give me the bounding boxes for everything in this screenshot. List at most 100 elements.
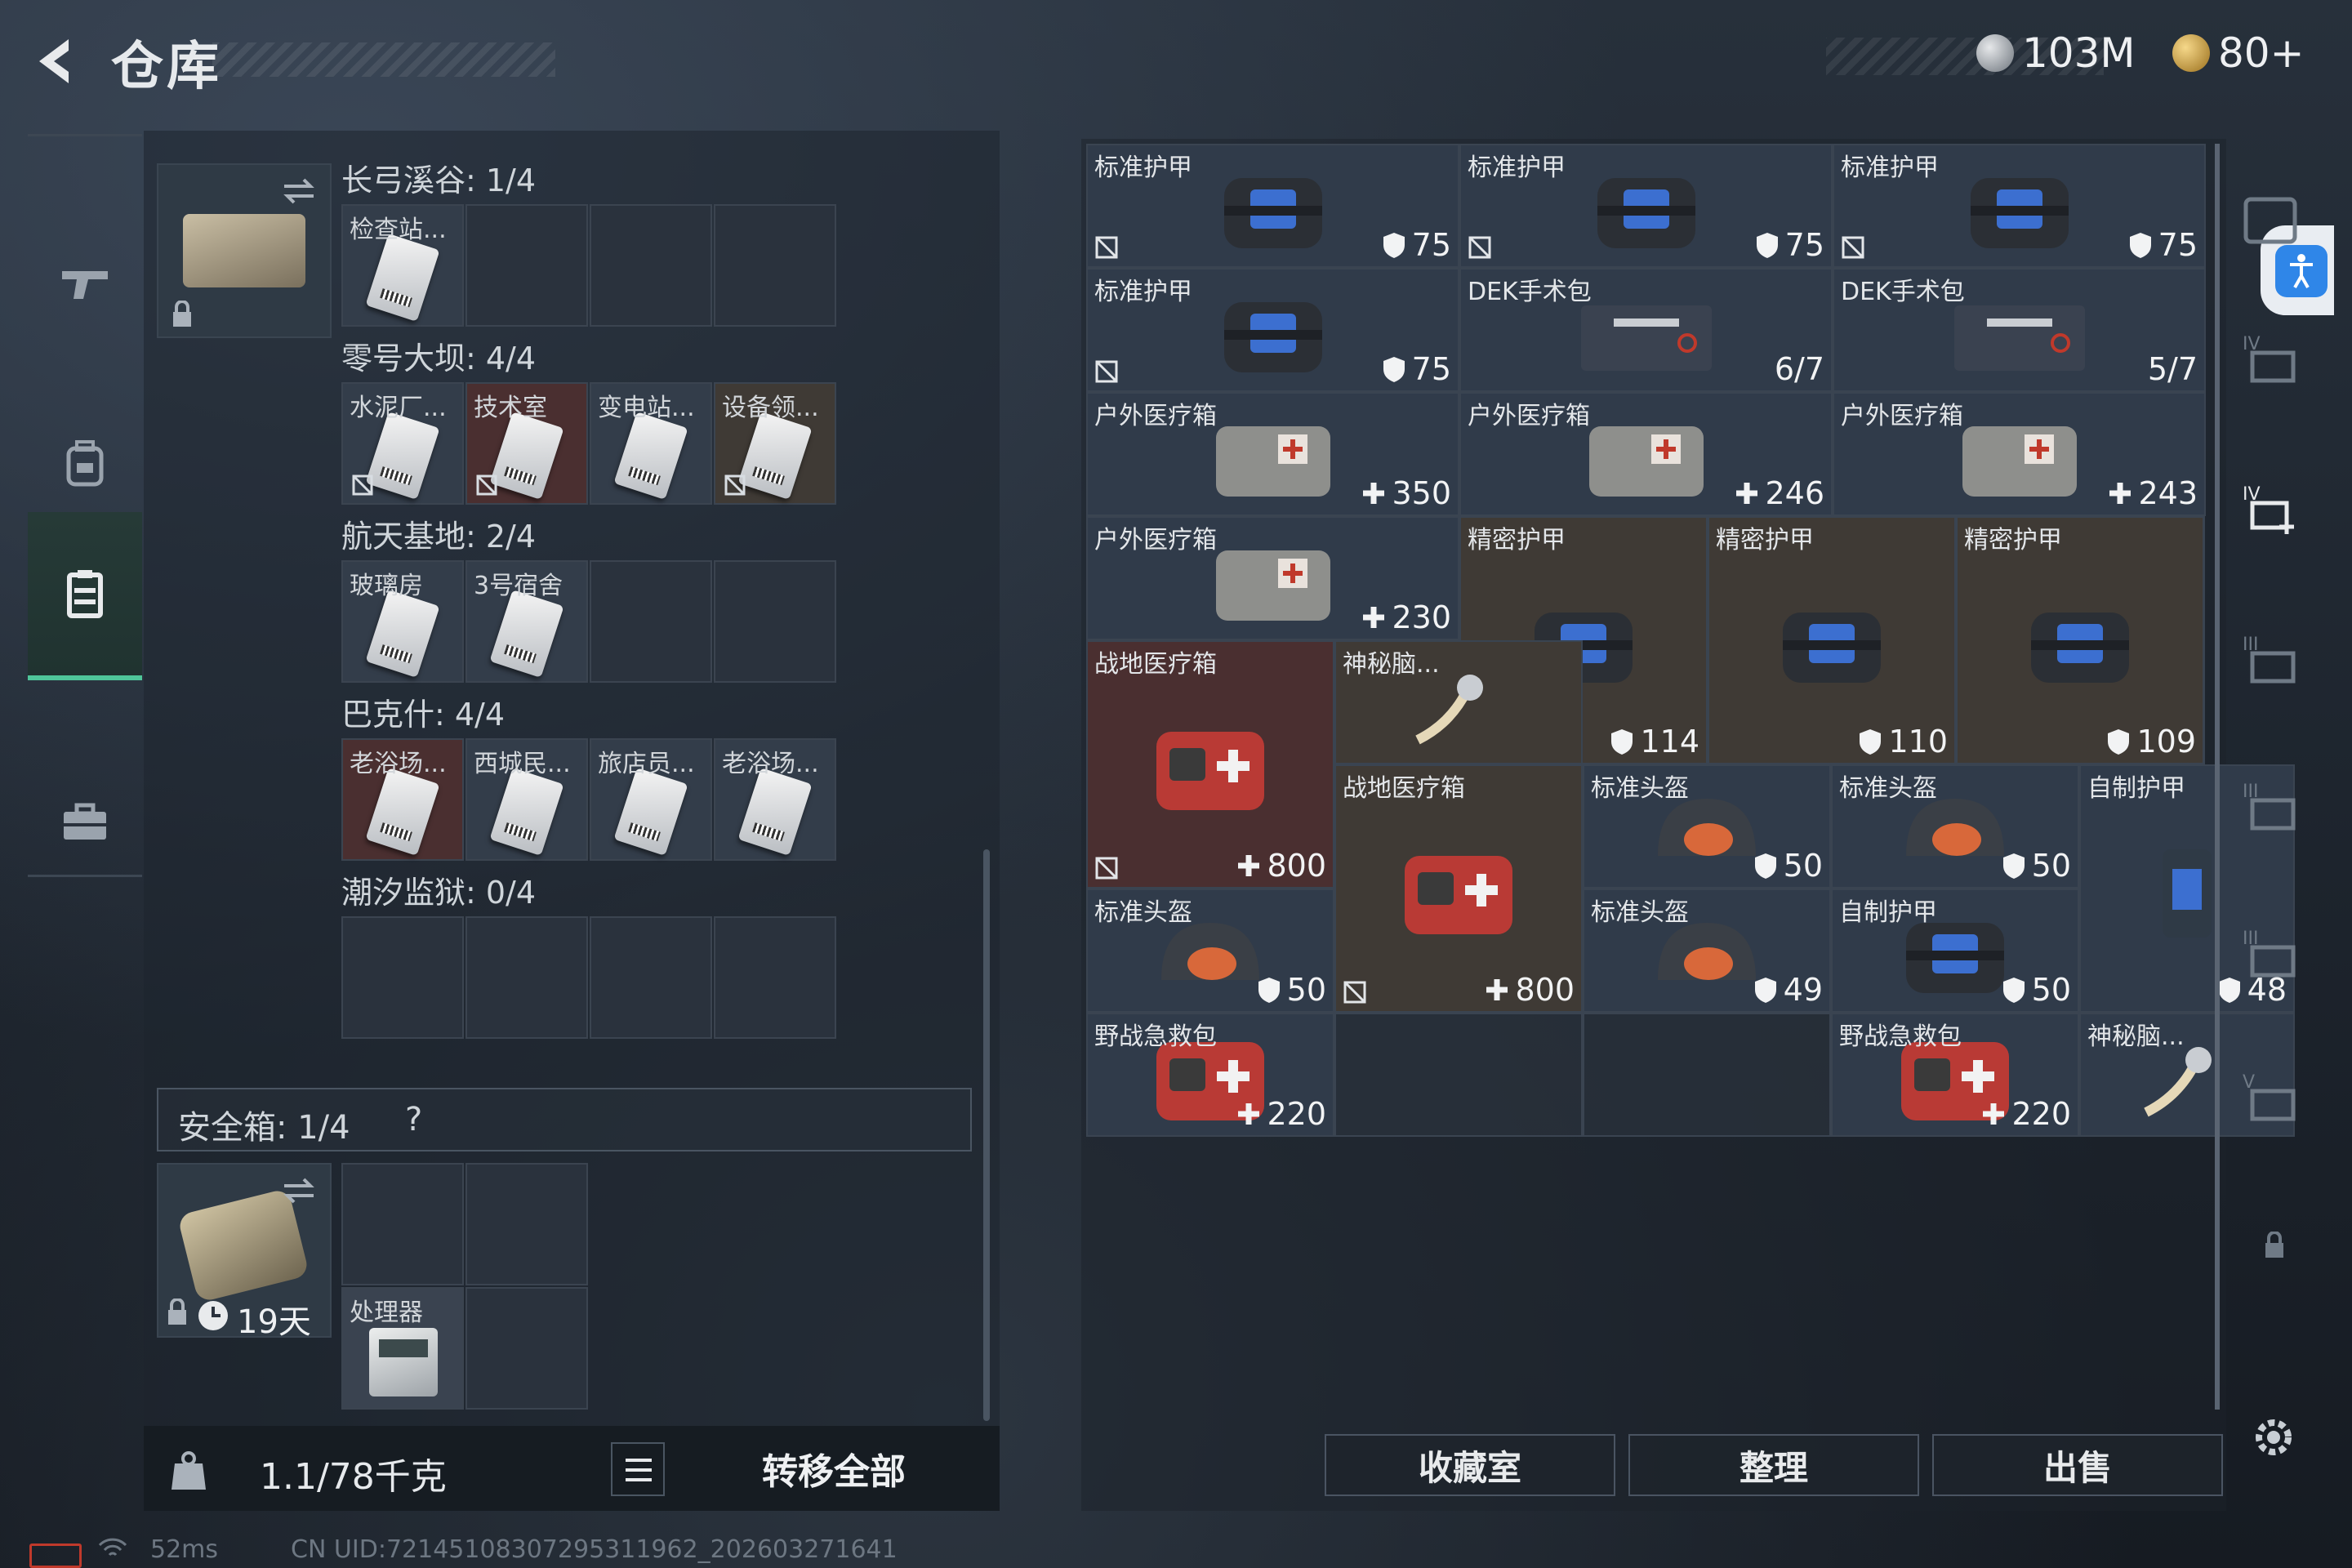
item-cell[interactable]: 精密护甲 110 — [1708, 516, 1956, 764]
item-cell[interactable]: 户外医疗箱 243 — [1833, 392, 2206, 516]
item-value-wrap: 230 — [1361, 599, 1451, 635]
item-cell[interactable]: 标准护甲 75 — [1086, 144, 1459, 268]
nav-shelf-3[interactable]: III — [2241, 629, 2308, 686]
key-slot-label: 水泥厂... — [350, 394, 447, 422]
key-slot[interactable]: 玻璃房 — [341, 560, 464, 683]
item-cell[interactable]: 标准头盔 50 — [1086, 889, 1334, 1013]
storage-icon — [67, 570, 103, 618]
item-value-wrap: 800 — [1484, 972, 1575, 1008]
nav-shelf-5[interactable]: V — [2241, 1067, 2308, 1124]
empty-slot[interactable] — [714, 916, 836, 1039]
durability-shield-icon — [2002, 978, 2025, 1003]
item-cell[interactable]: 户外医疗箱 350 — [1086, 392, 1459, 516]
safe-slot-processor[interactable]: 处理器 — [341, 1287, 464, 1410]
empty-grid-cell[interactable] — [1334, 1013, 1583, 1137]
empty-slot[interactable] — [590, 204, 712, 327]
sort-button[interactable]: 整理 — [1628, 1434, 1919, 1496]
item-value: 50 — [1783, 848, 1823, 884]
item-name: 户外医疗箱 — [1094, 402, 1217, 430]
key-slot[interactable]: 西城民... — [466, 738, 588, 861]
item-cell[interactable]: 标准头盔 50 — [1583, 764, 1831, 889]
item-value: 109 — [2136, 724, 2196, 760]
nav-shelf-3c[interactable]: III — [2241, 923, 2308, 980]
item-cell[interactable]: 标准护甲 75 — [1459, 144, 1833, 268]
item-name: 精密护甲 — [1964, 526, 2062, 555]
safe-box-case[interactable]: 19天 — [157, 1163, 332, 1341]
nav-shelf-add[interactable]: IV — [2241, 479, 2308, 536]
empty-slot[interactable] — [466, 916, 588, 1039]
item-name: 自制护甲 — [2087, 774, 2185, 803]
nav-weapons[interactable] — [28, 202, 142, 365]
lock-icon — [168, 1298, 186, 1325]
item-cell[interactable]: DEK手术包 5/7 — [1833, 268, 2206, 392]
nav-shelf-4[interactable]: IV — [2241, 328, 2308, 385]
durability-shield-icon — [1756, 233, 1778, 258]
empty-slot[interactable] — [590, 560, 712, 683]
key-slot[interactable]: 老浴场... — [714, 738, 836, 861]
back-arrow-icon[interactable] — [28, 33, 85, 90]
key-slot-label: 变电站... — [598, 394, 695, 422]
settings-gear-icon[interactable] — [2247, 1411, 2300, 1463]
shelf-level-icon: III — [2243, 782, 2296, 831]
case-image — [183, 214, 305, 287]
item-cell[interactable]: 战地医疗箱 800 — [1334, 764, 1583, 1013]
item-value: 800 — [1267, 848, 1326, 884]
key-slot[interactable]: 老浴场... — [341, 738, 464, 861]
durability-shield-icon — [1611, 729, 1633, 755]
medical-bag-icon — [1215, 426, 1330, 497]
currency-gold[interactable]: 80+ — [2172, 29, 2305, 77]
key-slot[interactable]: 检查站... — [341, 204, 464, 327]
nav-shelf-1[interactable] — [2241, 191, 2308, 248]
key-slot[interactable]: 变电站... — [590, 382, 712, 505]
item-value-wrap: 50 — [1753, 848, 1823, 884]
item-cell[interactable]: 标准头盔 50 — [1831, 764, 2079, 889]
empty-slot[interactable] — [341, 916, 464, 1039]
item-cell[interactable]: 野战急救包 220 — [1086, 1013, 1334, 1137]
key-slot-label: 西城民... — [474, 750, 571, 778]
item-cell[interactable]: 户外医疗箱 246 — [1459, 392, 1833, 516]
empty-slot[interactable] — [590, 916, 712, 1039]
sell-button[interactable]: 出售 — [1932, 1434, 2223, 1496]
currency-hafcoin-value: 103M — [2022, 29, 2136, 77]
key-slot-label: 老浴场... — [722, 750, 819, 778]
item-cell[interactable]: 野战急救包 220 — [1831, 1013, 2079, 1137]
transfer-all-button[interactable]: 转移全部 — [683, 1434, 985, 1503]
left-scrollbar[interactable] — [983, 849, 990, 1421]
key-slot[interactable]: 技术室 — [466, 382, 588, 505]
item-cell[interactable]: 精密护甲 109 — [1956, 516, 2204, 764]
item-cell[interactable]: 自制护甲 50 — [1831, 889, 2079, 1013]
currency-hafcoin[interactable]: 103M — [1976, 29, 2136, 77]
item-cell[interactable]: 户外医疗箱 230 — [1086, 516, 1459, 640]
nav-shelf-3b[interactable]: III — [2241, 776, 2308, 833]
help-icon[interactable]: ? — [405, 1101, 422, 1138]
heal-plus-icon — [1363, 483, 1385, 504]
key-slot[interactable]: 水泥厂... — [341, 382, 464, 505]
item-cell[interactable]: 标准护甲 75 — [1833, 144, 2206, 268]
empty-grid-cell[interactable] — [1583, 1013, 1831, 1137]
empty-slot[interactable] — [714, 560, 836, 683]
safe-slot[interactable] — [466, 1287, 588, 1410]
list-view-button[interactable] — [611, 1442, 665, 1496]
key-slot[interactable]: 旅店员... — [590, 738, 712, 861]
body-armor-icon — [1223, 178, 1322, 248]
key-slot[interactable]: 设备领... — [714, 382, 836, 505]
item-cell[interactable]: 战地医疗箱 800 — [1086, 640, 1334, 889]
swap-icon[interactable] — [281, 175, 317, 207]
item-cell[interactable]: 标准护甲 75 — [1086, 268, 1459, 392]
key-slot[interactable]: 3号宿舍 — [466, 560, 588, 683]
empty-slot[interactable] — [714, 204, 836, 327]
collection-room-button[interactable]: 收藏室 — [1325, 1434, 1615, 1496]
item-value: 75 — [1411, 351, 1451, 387]
safe-slot[interactable] — [466, 1163, 588, 1285]
right-scrollbar[interactable] — [2215, 144, 2220, 1410]
collection-case[interactable] — [157, 163, 332, 338]
nav-storage[interactable] — [28, 512, 142, 680]
safe-slot[interactable] — [341, 1163, 464, 1285]
item-cell[interactable]: DEK手术包 6/7 — [1459, 268, 1833, 392]
item-cell[interactable]: 神秘脑... — [1334, 640, 1583, 764]
swap-icon[interactable] — [281, 1174, 317, 1207]
item-cell[interactable]: 标准头盔 49 — [1583, 889, 1831, 1013]
empty-slot[interactable] — [466, 204, 588, 327]
nav-case[interactable] — [28, 741, 142, 904]
item-value-wrap: 109 — [2105, 724, 2196, 760]
